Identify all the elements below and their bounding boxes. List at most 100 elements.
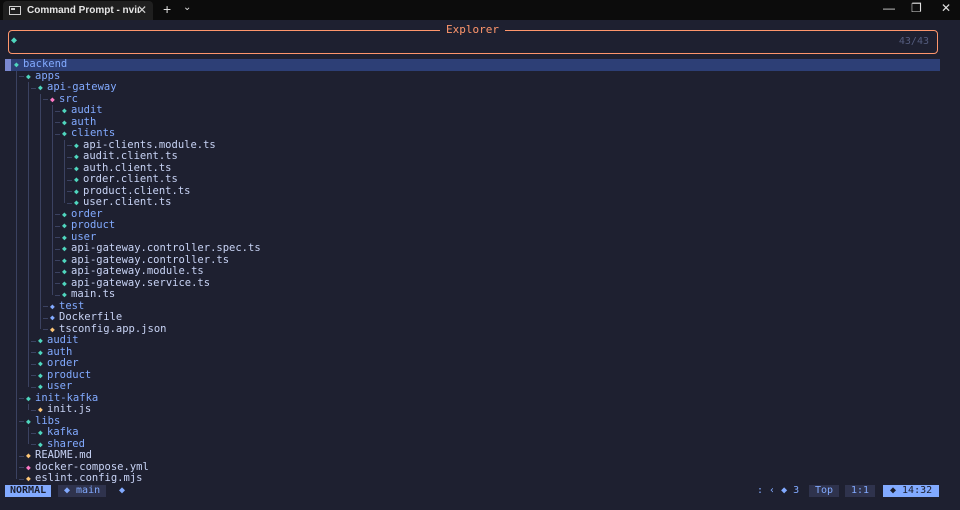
tree-folder[interactable]: ◆ shared [0,438,960,451]
window-titlebar: Command Prompt - nvim . ✕ + ⌄ — ❐ ✕ [0,0,960,20]
tree-connector [55,122,60,124]
mode-indicator: NORMAL [5,485,52,497]
tree-connector [31,340,36,342]
file-icon: ◆ [74,175,79,184]
file-icon: ◆ [62,290,67,299]
tree-file[interactable]: ◆ Dockerfile [0,311,960,324]
new-tab-button[interactable]: + [163,1,171,17]
tree-file[interactable]: ◆ order.client.ts [0,173,960,186]
file-icon: ◆ [62,278,67,288]
tree-connector [31,432,36,434]
tree-folder[interactable]: ◆ auth [0,346,960,359]
tree-file[interactable]: ◆ main.ts [0,288,960,301]
tree-item-label: order [47,357,79,369]
folder-icon: ◆ [62,106,67,115]
tree-item-label: README.md [35,449,92,461]
tree-file[interactable]: ◆ docker-compose.yml [0,461,960,474]
tree-item-label: api-gateway.module.ts [71,265,204,277]
tree-file[interactable]: ◆ tsconfig.app.json [0,323,960,336]
tree-item-label: user [47,380,73,392]
tree-connector [55,214,60,216]
folder-icon: ◆ [38,428,43,437]
tree-connector [67,202,72,204]
tree-connector [43,99,48,101]
file-tree: ◆ backend ◆ apps ◆ api-gateway ◆ src ◆ audit ◆ auth… [0,58,960,485]
tree-folder[interactable]: ◆ src [0,93,960,106]
file-icon: ◆ [62,244,67,253]
tree-folder[interactable]: ◆ api-gateway [0,81,960,94]
file-icon: ◆ [74,186,79,196]
file-icon: ◆ [26,474,31,483]
file-icon: ◆ [74,163,79,173]
tree-connector [67,145,72,147]
tree-folder[interactable]: ◆ order [0,357,960,370]
tree-file[interactable]: ◆ api-gateway.controller.spec.ts [0,242,960,255]
tab-dropdown-icon[interactable]: ⌄ [183,2,191,13]
tree-item-label: init.js [47,403,92,415]
folder-icon: ◆ [62,209,67,219]
folder-icon: ◆ [38,336,43,345]
restore-button[interactable]: ❐ [911,1,922,15]
tree-folder[interactable]: ◆ libs [0,415,960,428]
tree-folder[interactable]: ◆ auth [0,116,960,129]
tree-file[interactable]: ◆ eslint.config.mjs [0,472,960,485]
tree-item-label: audit [71,104,103,116]
tree-connector [55,225,60,227]
tree-file[interactable]: ◆ api-gateway.module.ts [0,265,960,278]
tree-item-label: clients [71,127,116,139]
tree-connector [31,375,36,377]
file-icon: ◆ [38,405,43,414]
tree-folder[interactable]: ◆ user [0,380,960,393]
tree-connector [55,283,60,285]
minimize-button[interactable]: — [883,1,895,15]
tree-connector [67,168,72,170]
file-icon: ◆ [62,255,67,265]
tree-folder[interactable]: ◆ backend [5,58,940,71]
folder-icon: ◆ [26,393,31,403]
file-icon: ◆ [74,140,79,150]
tree-item-label: eslint.config.mjs [35,472,143,484]
tree-folder[interactable]: ◆ order [0,208,960,221]
tree-folder[interactable]: ◆ test [0,300,960,313]
tree-connector [31,444,36,446]
tree-folder[interactable]: ◆ init-kafka [0,392,960,405]
tab-close-icon[interactable]: ✕ [137,3,147,17]
tree-item-label: user.client.ts [83,196,172,208]
tree-item-label: kafka [47,426,79,438]
tree-file[interactable]: ◆ audit.client.ts [0,150,960,163]
tree-folder[interactable]: ◆ clients [0,127,960,140]
picker-count: 43/43 [898,36,929,47]
tree-connector [55,110,60,112]
folder-icon: ◆ [38,347,43,357]
tree-connector [55,133,60,135]
statusline: NORMAL ◆ main ◆ : ‹ ◆ 3 Top 1:1 ◆ 14:32 [0,485,960,497]
tree-connector [19,421,24,423]
tree-folder[interactable]: ◆ audit [0,104,960,117]
tree-file[interactable]: ◆ init.js [0,403,960,416]
file-icon: ◆ [26,462,31,472]
terminal-tab[interactable]: Command Prompt - nvim . ✕ [3,1,153,20]
tree-connector [67,156,72,158]
tree-item-label: api-gateway [47,81,117,93]
tree-file[interactable]: ◆ api-gateway.service.ts [0,277,960,290]
tree-folder[interactable]: ◆ audit [0,334,960,347]
folder-icon: ◆ [38,359,43,368]
scroll-progress: Top [809,485,840,497]
cursor-location: 1:1 [845,485,876,497]
tree-item-label: api-gateway.controller.spec.ts [71,242,261,254]
tree-guide-line [16,70,17,479]
tree-connector [19,467,24,469]
close-button[interactable]: ✕ [941,1,951,15]
tree-folder[interactable]: ◆ product [0,369,960,382]
tree-folder[interactable]: ◆ apps [0,70,960,83]
tree-folder[interactable]: ◆ product [0,219,960,232]
tree-connector [31,363,36,365]
tree-file[interactable]: ◆ user.client.ts [0,196,960,209]
tree-file[interactable]: ◆ README.md [0,449,960,462]
terminal-icon [9,6,21,15]
tree-item-label: main.ts [71,288,116,300]
cursor [5,59,11,71]
tree-connector [55,248,60,250]
tree-guide-line [52,105,53,295]
tree-folder[interactable]: ◆ kafka [0,426,960,439]
